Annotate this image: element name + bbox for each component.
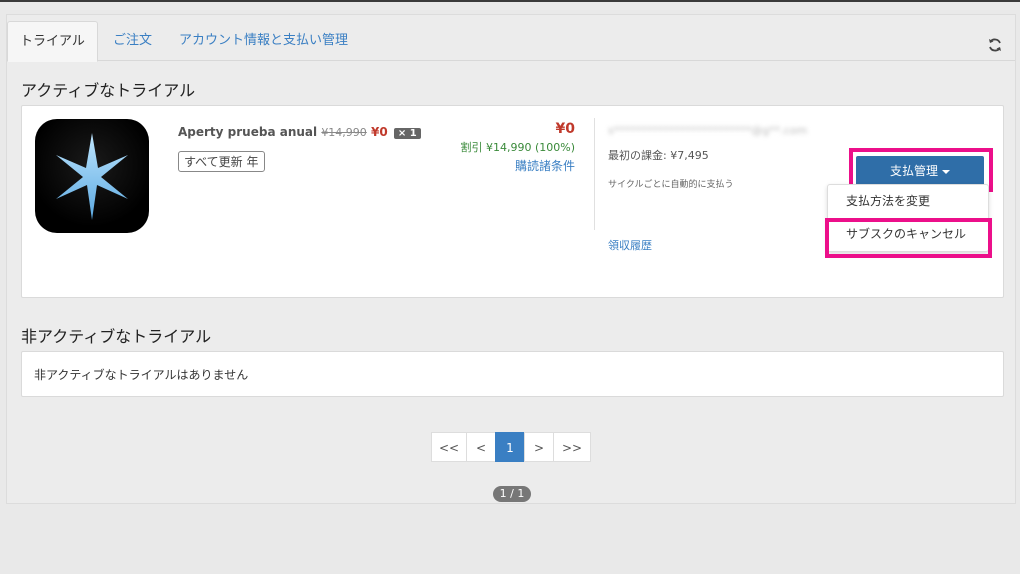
star-app-icon	[35, 119, 149, 233]
page-next-button[interactable]: >	[524, 432, 554, 462]
tab-trial[interactable]: トライアル	[7, 21, 98, 62]
payment-manage-label: 支払管理	[889, 164, 938, 178]
customer-email: s*************************@g**.com	[608, 124, 808, 137]
page-1-button[interactable]: 1	[495, 432, 525, 462]
renewal-label: すべて更新 年	[178, 151, 265, 172]
inactive-empty-message: 非アクティブなトライアルはありません	[34, 368, 249, 382]
page-first-button[interactable]: <<	[431, 432, 467, 462]
menu-change-payment[interactable]: 支払方法を変更	[828, 185, 988, 218]
sale-price: ¥0	[371, 125, 388, 139]
divider	[594, 118, 595, 230]
star-glyph-icon	[56, 133, 128, 220]
main-panel: トライアル ご注文 アカウント情報と支払い管理 アクティブなトライアル Aper…	[6, 14, 1016, 504]
tab-account-payment[interactable]: アカウント情報と支払い管理	[167, 21, 360, 61]
product-name: Aperty prueba anual	[178, 125, 318, 139]
product-line: Aperty prueba anual ¥14,990 ¥0 × 1	[178, 125, 421, 139]
first-charge: 最初の課金: ¥7,495	[608, 149, 709, 162]
active-trials-heading: アクティブなトライアル	[21, 81, 196, 100]
discount-text: 割引 ¥14,990 (100%)	[460, 141, 575, 154]
tab-bar: トライアル ご注文 アカウント情報と支払い管理	[7, 21, 1015, 62]
quantity-badge: × 1	[393, 128, 421, 139]
billing-note: サイクルごとに自動的に支払う	[608, 180, 734, 190]
tab-orders[interactable]: ご注文	[101, 21, 164, 61]
payment-manage-button[interactable]: 支払管理	[856, 156, 984, 186]
caret-down-icon	[942, 169, 950, 174]
refresh-icon[interactable]	[987, 37, 1003, 53]
terms-link[interactable]: 購読諸条件	[460, 157, 575, 174]
inactive-trials-heading: 非アクティブなトライアル	[21, 327, 212, 346]
window-top-border	[0, 0, 1020, 2]
page-count-badge: 1 / 1	[493, 486, 531, 502]
inactive-trial-card: 非アクティブなトライアルはありません	[21, 351, 1004, 397]
total-price: ¥0	[555, 121, 575, 137]
price-summary: ¥0 割引 ¥14,990 (100%) 購読諸条件	[460, 121, 575, 174]
receipt-history-link[interactable]: 領収履歴	[608, 237, 652, 253]
page-prev-button[interactable]: <	[466, 432, 496, 462]
pagination: << < 1 > >>	[431, 432, 591, 462]
cancel-subscription-highlight	[825, 218, 992, 258]
original-price: ¥14,990	[321, 126, 367, 139]
page-last-button[interactable]: >>	[553, 432, 591, 462]
